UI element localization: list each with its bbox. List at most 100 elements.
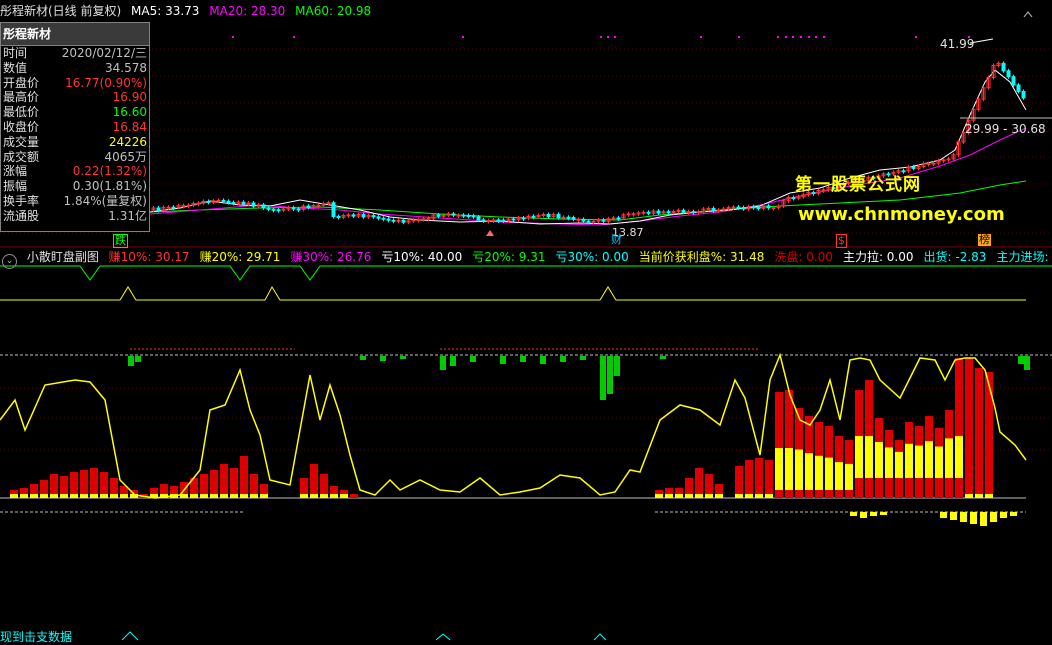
candle-body bbox=[222, 200, 225, 201]
candle-body bbox=[377, 217, 380, 218]
candle-body bbox=[672, 211, 675, 212]
candle-body bbox=[732, 207, 735, 208]
candle-body bbox=[277, 210, 280, 211]
profit-bar-yellow bbox=[190, 494, 198, 498]
event-tag-money[interactable]: $ bbox=[836, 234, 847, 248]
info-key: 成交量 bbox=[3, 135, 43, 150]
info-value: 34.578 bbox=[43, 61, 147, 76]
info-key: 收盘价 bbox=[3, 120, 43, 135]
candle-body bbox=[297, 209, 300, 210]
indicator-value: 亏30%: 0.00 bbox=[555, 250, 628, 264]
volume-bar-green bbox=[128, 356, 134, 366]
signal-dot bbox=[815, 36, 817, 38]
candle-body bbox=[647, 212, 650, 213]
profit-bar-yellow bbox=[340, 494, 348, 498]
candle-body bbox=[437, 215, 440, 216]
candle-body bbox=[247, 203, 250, 204]
candle-body bbox=[657, 211, 660, 213]
event-tag-list[interactable]: 榜 bbox=[978, 234, 991, 246]
profit-bar-yellow bbox=[975, 494, 983, 498]
volume-bar-green bbox=[520, 356, 526, 362]
chart-canvas[interactable] bbox=[0, 0, 1052, 640]
info-title: 彤程新材 bbox=[1, 23, 149, 46]
info-key: 振幅 bbox=[3, 179, 43, 194]
profit-bar-yellow bbox=[885, 447, 893, 478]
profit-bar-yellow bbox=[80, 494, 88, 498]
candle-body bbox=[497, 220, 500, 221]
outflow-bar bbox=[860, 512, 867, 518]
candle-body bbox=[237, 202, 240, 203]
profit-bar-yellow bbox=[50, 494, 58, 498]
candle-body bbox=[317, 205, 320, 206]
profit-bar-yellow bbox=[250, 494, 258, 498]
profit-bar-yellow bbox=[60, 494, 68, 498]
chevron-down-icon[interactable]: ⌄ bbox=[2, 254, 17, 269]
profit-bar-yellow bbox=[200, 494, 208, 498]
info-key: 涨幅 bbox=[3, 164, 43, 179]
profit-bar-yellow bbox=[120, 494, 128, 498]
candle-body bbox=[262, 205, 265, 208]
info-row: 开盘价 16.77(0.90%) bbox=[1, 76, 149, 91]
price-range-label: 29.99 - 30.68 bbox=[965, 122, 1046, 136]
candle-body bbox=[487, 221, 490, 222]
candle-body bbox=[157, 208, 160, 210]
event-tag-finance[interactable]: 财 bbox=[610, 234, 623, 246]
indicator-value: 主力进场: -1 bbox=[996, 250, 1052, 264]
info-value: 0.22(1.32%) bbox=[43, 164, 147, 179]
profit-bar-yellow bbox=[330, 494, 338, 498]
candle-body bbox=[562, 217, 565, 218]
info-value: 16.60 bbox=[43, 105, 147, 120]
signal-dot bbox=[777, 36, 779, 38]
volume-bar-green bbox=[614, 356, 620, 376]
candle-body bbox=[477, 217, 480, 220]
candle-body bbox=[637, 213, 640, 214]
indicator-value: 出货: -2.83 bbox=[924, 250, 987, 264]
signal-dot bbox=[823, 36, 825, 38]
outflow-bar bbox=[850, 512, 857, 516]
profit-bar-yellow bbox=[785, 448, 793, 490]
candle-body bbox=[332, 203, 335, 217]
candle-body bbox=[602, 220, 605, 221]
event-tag-fall[interactable]: 跌 bbox=[113, 234, 128, 248]
candle-body bbox=[197, 203, 200, 204]
volume-bar-green bbox=[660, 356, 666, 359]
sub-panel-name[interactable]: 小散盯盘副图 bbox=[27, 250, 99, 264]
profit-bar-yellow bbox=[925, 441, 933, 478]
candle-body bbox=[632, 214, 635, 215]
info-row: 成交量 24226 bbox=[1, 135, 149, 150]
candle-body bbox=[352, 215, 355, 216]
profit-bar-red bbox=[240, 456, 248, 498]
candle-body bbox=[772, 208, 775, 209]
profit-bar-red bbox=[745, 460, 753, 498]
signal-line-yellow bbox=[0, 287, 1026, 300]
info-key: 开盘价 bbox=[3, 76, 43, 91]
candle-body bbox=[167, 207, 170, 208]
candle-body bbox=[1002, 63, 1005, 71]
candle-body bbox=[587, 221, 590, 222]
candle-body bbox=[722, 209, 725, 210]
volume-bar-green bbox=[580, 356, 586, 360]
profit-bar-yellow bbox=[665, 494, 673, 498]
profit-bar-red bbox=[80, 470, 88, 498]
info-value: 16.77(0.90%) bbox=[43, 76, 147, 91]
volume-bar-green bbox=[470, 356, 476, 362]
signal-dot bbox=[600, 36, 602, 38]
candle-body bbox=[292, 208, 295, 209]
candle-body bbox=[522, 218, 525, 219]
profit-bar-red bbox=[755, 458, 763, 498]
candle-body bbox=[492, 220, 495, 221]
info-key: 流通股 bbox=[3, 209, 43, 224]
outflow-bar bbox=[990, 512, 997, 522]
candle-body bbox=[452, 214, 455, 215]
volume-bar-green bbox=[600, 356, 606, 400]
profit-bar-red bbox=[350, 494, 358, 498]
candle-body bbox=[737, 207, 740, 208]
info-row: 最低价 16.60 bbox=[1, 105, 149, 120]
candle-body bbox=[697, 212, 700, 213]
volume-bar-green bbox=[400, 356, 406, 359]
profit-bar-red bbox=[90, 468, 98, 498]
candle-body bbox=[382, 218, 385, 219]
candle-body bbox=[742, 208, 745, 209]
profit-bar-yellow bbox=[905, 444, 913, 478]
profit-bar-yellow bbox=[955, 436, 963, 478]
